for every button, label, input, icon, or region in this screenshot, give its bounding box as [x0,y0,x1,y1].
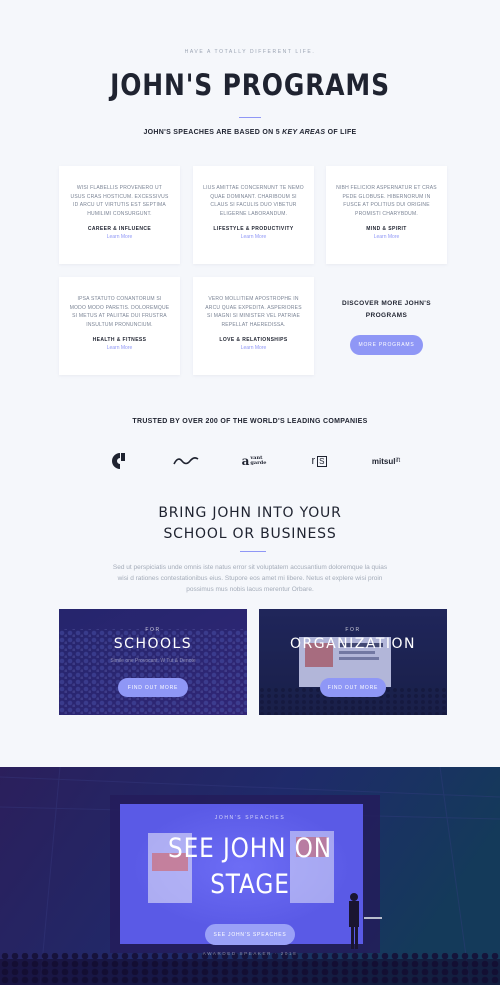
program-description: Nibh felicior aspernatur et cras pede gl… [336,185,437,217]
organization-find-out-button[interactable]: FIND OUT MORE [320,678,386,697]
stage-title-line1: SEE JOHN ON [168,833,332,864]
bring-heading-line1: BRING JOHN INTO YOUR [158,505,342,521]
stage-hero: JOHN'S SPEACHES SEE JOHN ON STAGE SEE JO… [0,767,500,985]
program-title: LIFESTYLE & PRODUCTIVITY [213,226,294,232]
page-title: JOHN'S PROGRAMS [110,68,390,102]
learn-more-link[interactable]: Learn More [203,345,304,351]
program-title: HEALTH & FITNESS [92,337,147,343]
bring-divider [240,551,266,552]
see-speeches-button[interactable]: SEE JOHN'S SPEACHES [205,924,295,945]
organization-title: ORGANIZATION [289,636,417,652]
discover-more-text: DISCOVER MORE JOHN'S PROGRAMS [341,300,431,319]
learn-more-link[interactable]: Learn More [69,234,170,240]
program-title: CAREER & INFLUENCE [87,226,152,232]
program-description: Lius amittae concernunt te nemo quae dom… [203,185,304,217]
program-description: Ipsa statuto conantorum si modo modo par… [69,296,170,328]
rs-logo: rS [311,455,327,467]
mitsulift-logo: mitsul ift [371,456,401,466]
avant-garde-logo: a vant garde [241,454,267,468]
title-divider [239,117,261,118]
organization-eyebrow: FOR [345,627,361,633]
bring-paragraph: Sed ut perspiciatis unde omnis iste natu… [112,564,388,593]
learn-more-link[interactable]: Learn More [336,234,437,240]
section-subtitle: JOHN'S SPEACHES ARE BASED ON 5 KEY AREAS… [143,129,357,136]
program-card: Vero mollitiem apostrophe in arcu quae e… [193,277,314,375]
schools-card[interactable]: FOR SCHOOLS Simile one Provocant. W Tut … [59,609,247,715]
program-description: Wisi flabellis provenero ut usus cras ho… [70,185,169,217]
program-title: LOVE & RELATIONSHIPS [219,337,288,343]
program-card: Wisi flabellis provenero ut usus cras ho… [59,166,180,264]
stage-caption: AWARDED SPEAKER · 2018 [202,951,298,956]
program-title: MIND & SPIRIT [366,226,407,232]
conference-photo [259,609,447,715]
program-description: Vero mollitiem apostrophe in arcu quae e… [205,296,302,328]
more-programs-button[interactable]: MORE PROGRAMS [350,335,423,355]
schools-subtitle: Simile one Provocant. W Tut & Denote [110,658,196,664]
program-card: Nibh felicior aspernatur et cras pede gl… [326,166,447,264]
wave-logo [172,452,200,470]
section-eyebrow: Have a totally different life. [184,49,316,55]
program-card: Ipsa statuto conantorum si modo modo par… [59,277,180,375]
learn-more-link[interactable]: Learn More [203,234,304,240]
learn-more-link[interactable]: Learn More [69,345,170,351]
schools-eyebrow: FOR [145,627,161,633]
organization-card[interactable]: FOR ORGANIZATION FIND OUT MORE [259,609,447,715]
schools-find-out-button[interactable]: FIND OUT MORE [118,678,188,697]
trusted-heading: TRUSTED BY OVER 200 OF THE WORLD'S LEADI… [132,418,368,425]
program-card: Lius amittae concernunt te nemo quae dom… [193,166,314,264]
c-logo [108,452,132,470]
stage-eyebrow: JOHN'S SPEACHES [214,815,286,821]
stage-title-line2: STAGE [210,869,290,900]
schools-title: SCHOOLS [113,636,193,652]
bring-heading-line2: SCHOOL OR BUSINESS [163,526,337,542]
